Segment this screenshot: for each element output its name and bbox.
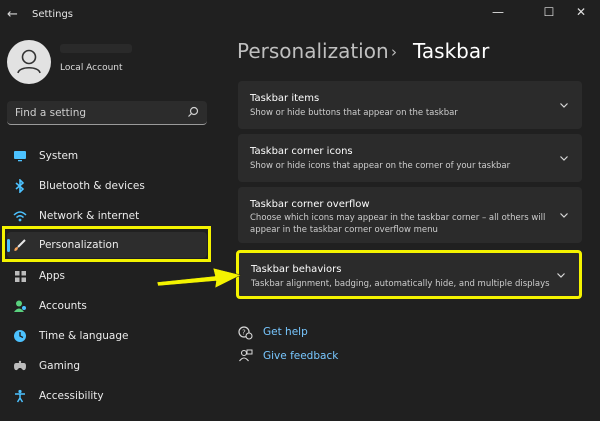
title-bar: ← Settings — ☐ ✕ bbox=[0, 0, 600, 30]
card-description: Choose which icons may appear in the tas… bbox=[250, 213, 546, 235]
avatar[interactable] bbox=[7, 40, 51, 84]
card-taskbar-behaviors[interactable]: Taskbar behaviors Taskbar alignment, bad… bbox=[236, 250, 582, 299]
card-taskbar-corner-icons[interactable]: Taskbar corner icons Show or hide icons … bbox=[238, 134, 582, 182]
search-placeholder: Find a setting bbox=[15, 107, 87, 119]
monitor-icon bbox=[13, 149, 27, 163]
search-icon[interactable] bbox=[187, 106, 199, 118]
sidebar-item-system[interactable]: System bbox=[7, 143, 207, 169]
sidebar-item-gaming[interactable]: Gaming bbox=[7, 353, 207, 379]
highlight-box-personalization bbox=[2, 226, 211, 262]
person-icon bbox=[17, 49, 41, 74]
close-button[interactable]: ✕ bbox=[561, 1, 600, 23]
person-icon bbox=[13, 299, 27, 313]
page-title: Taskbar bbox=[413, 39, 490, 63]
back-arrow-icon[interactable]: ← bbox=[7, 7, 18, 22]
blurred-account-name bbox=[60, 44, 132, 53]
card-description: Show or hide icons that appear on the co… bbox=[250, 161, 511, 171]
bluetooth-icon bbox=[13, 179, 27, 193]
breadcrumb-separator: › bbox=[391, 43, 397, 61]
svg-text:?: ? bbox=[242, 328, 246, 336]
card-description: Taskbar alignment, badging, automaticall… bbox=[251, 279, 550, 289]
app-title: Settings bbox=[32, 9, 74, 20]
breadcrumb-parent[interactable]: Personalization bbox=[237, 39, 389, 63]
chevron-down-icon bbox=[557, 273, 565, 278]
annotation-arrow-icon bbox=[156, 267, 242, 289]
card-taskbar-items[interactable]: Taskbar items Show or hide buttons that … bbox=[238, 81, 582, 129]
card-title: Taskbar corner icons bbox=[250, 146, 353, 157]
feedback-icon bbox=[237, 348, 253, 364]
search-input[interactable]: Find a setting bbox=[7, 101, 207, 125]
globe-clock-icon bbox=[13, 329, 27, 343]
chevron-down-icon bbox=[560, 103, 568, 108]
card-title: Taskbar behaviors bbox=[251, 264, 342, 275]
card-taskbar-corner-overflow[interactable]: Taskbar corner overflow Choose which ico… bbox=[238, 187, 582, 243]
give-feedback-link[interactable]: Give feedback bbox=[237, 348, 338, 364]
help-icon: ? bbox=[237, 324, 253, 340]
minimize-button[interactable]: — bbox=[478, 1, 518, 23]
sidebar-item-label: Gaming bbox=[39, 360, 81, 372]
chevron-down-icon bbox=[560, 213, 568, 218]
sidebar-item-label: Bluetooth & devices bbox=[39, 180, 145, 192]
sidebar-item-label: Apps bbox=[39, 270, 65, 282]
card-description: Show or hide buttons that appear on the … bbox=[250, 108, 458, 118]
sidebar-item-label: Time & language bbox=[39, 330, 129, 342]
sidebar-item-label: Accounts bbox=[39, 300, 87, 312]
link-label: Give feedback bbox=[263, 350, 339, 362]
sidebar-item-accessibility[interactable]: Accessibility bbox=[7, 383, 207, 409]
sidebar-item-label: System bbox=[39, 150, 79, 162]
sidebar-item-time-language[interactable]: Time & language bbox=[7, 323, 207, 349]
account-name: Local Account bbox=[60, 63, 123, 73]
card-title: Taskbar corner overflow bbox=[250, 199, 370, 210]
gamepad-icon bbox=[13, 359, 27, 373]
sidebar-item-accounts[interactable]: Accounts bbox=[7, 293, 207, 319]
sidebar-item-label: Network & internet bbox=[39, 210, 140, 222]
sidebar-item-label: Accessibility bbox=[39, 390, 104, 402]
chevron-down-icon bbox=[560, 156, 568, 161]
apps-icon bbox=[13, 269, 27, 283]
link-label: Get help bbox=[263, 326, 308, 338]
card-title: Taskbar items bbox=[250, 93, 320, 104]
wifi-icon bbox=[13, 209, 27, 223]
get-help-link[interactable]: ? Get help bbox=[237, 324, 308, 340]
sidebar-item-bluetooth[interactable]: Bluetooth & devices bbox=[7, 173, 207, 199]
accessibility-icon bbox=[13, 389, 27, 403]
